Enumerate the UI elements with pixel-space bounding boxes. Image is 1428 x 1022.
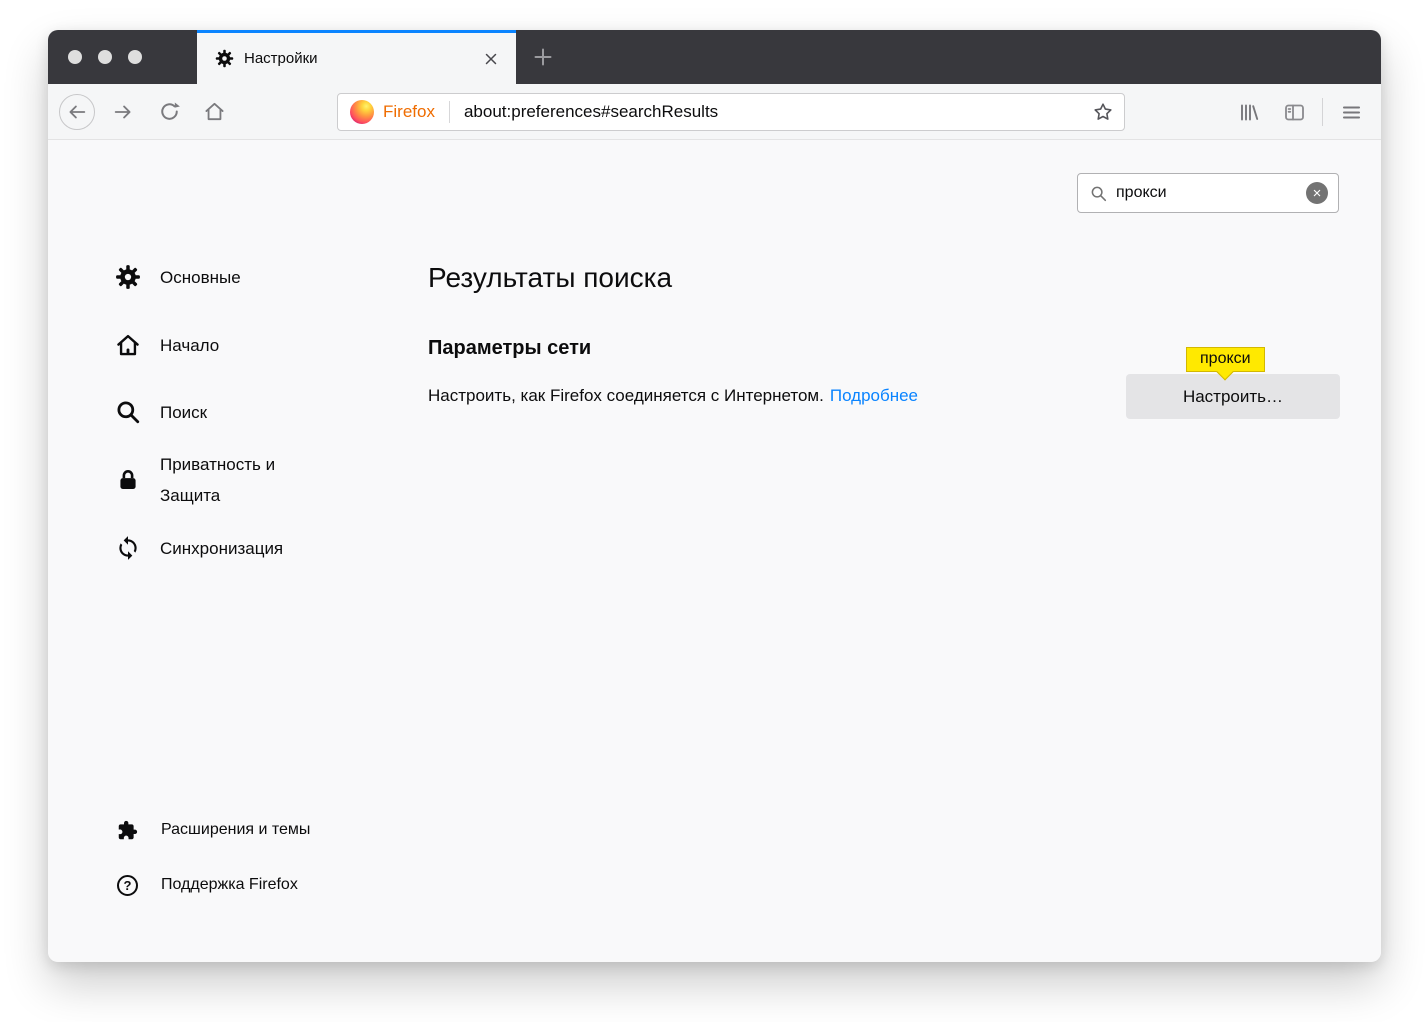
forward-icon[interactable] [112, 101, 134, 123]
back-button[interactable] [59, 94, 95, 130]
sidebar-item-label: Синхронизация [160, 538, 284, 558]
sidebar-item-label: Расширения и темы [161, 821, 311, 838]
learn-more-link[interactable]: Подробнее [830, 386, 918, 405]
result-description: Настроить, как Firefox соединяется с Инт… [428, 386, 918, 406]
window-minimize-button[interactable] [98, 50, 112, 64]
search-icon [1090, 185, 1107, 202]
sidebar-item-home[interactable]: Начало [115, 329, 219, 361]
help-icon: ? [117, 874, 138, 896]
sidebar-item-sync[interactable]: Синхронизация [115, 532, 283, 564]
url-text[interactable]: about:preferences#searchResults [464, 102, 1092, 122]
screen: Настройки Firefox about:preferences#sear… [0, 0, 1428, 1022]
gear-icon [215, 49, 234, 68]
settings-content: × Основные [48, 140, 1381, 961]
close-icon[interactable] [482, 50, 500, 68]
sidebar-item-label: Поиск [160, 402, 208, 422]
window-close-button[interactable] [68, 50, 82, 64]
home-icon [115, 332, 141, 358]
sidebar-item-label: Основные [160, 267, 241, 287]
tab-settings[interactable]: Настройки [197, 30, 516, 84]
url-bar[interactable]: Firefox about:preferences#searchResults [337, 93, 1125, 131]
sidebar-item-label: Приватность и Защита [160, 455, 276, 505]
page-title: Результаты поиска [428, 262, 673, 293]
firefox-logo-icon [350, 100, 374, 124]
navigation-toolbar: Firefox about:preferences#searchResults [48, 84, 1381, 140]
result-group-heading: Параметры сети [428, 337, 592, 359]
sync-icon [115, 535, 141, 561]
gear-icon [115, 264, 141, 290]
sidebar-item-extensions[interactable]: Расширения и темы [117, 817, 310, 843]
network-settings-button[interactable]: Настроить… [1126, 374, 1340, 419]
sidebar-toggle-icon[interactable] [1283, 101, 1306, 124]
star-icon[interactable] [1092, 101, 1114, 123]
urlbar-separator [448, 101, 450, 123]
puzzle-icon [117, 820, 138, 841]
brand-label: Firefox [383, 102, 435, 121]
tab-bar: Настройки [48, 30, 1381, 84]
home-icon[interactable] [203, 100, 226, 123]
toolbar-separator [1322, 98, 1323, 126]
browser-window: Настройки Firefox about:preferences#sear… [48, 30, 1381, 962]
sidebar-item-privacy[interactable]: Приватность и Защита [115, 449, 310, 511]
clear-icon[interactable]: × [1306, 182, 1328, 204]
sidebar-item-search[interactable]: Поиск [115, 396, 207, 428]
reload-icon[interactable] [159, 101, 180, 122]
sidebar-item-label: Начало [160, 335, 220, 355]
new-tab-icon[interactable] [532, 46, 554, 68]
sidebar-item-general[interactable]: Основные [115, 261, 241, 293]
search-highlight-tooltip: прокси [1186, 347, 1265, 381]
lock-icon [115, 467, 141, 493]
settings-search-input[interactable] [1116, 184, 1306, 202]
result-description-text: Настроить, как Firefox соединяется с Инт… [428, 386, 824, 405]
window-zoom-button[interactable] [128, 50, 142, 64]
library-icon[interactable] [1237, 101, 1260, 124]
menu-icon[interactable] [1340, 101, 1363, 124]
tab-title: Настройки [244, 50, 318, 67]
back-icon [66, 101, 88, 123]
settings-search-field[interactable]: × [1077, 173, 1339, 213]
window-controls [68, 50, 142, 64]
search-icon [115, 399, 141, 425]
sidebar-item-label: Поддержка Firefox [161, 876, 298, 893]
sidebar-item-support[interactable]: ? Поддержка Firefox [117, 872, 298, 898]
